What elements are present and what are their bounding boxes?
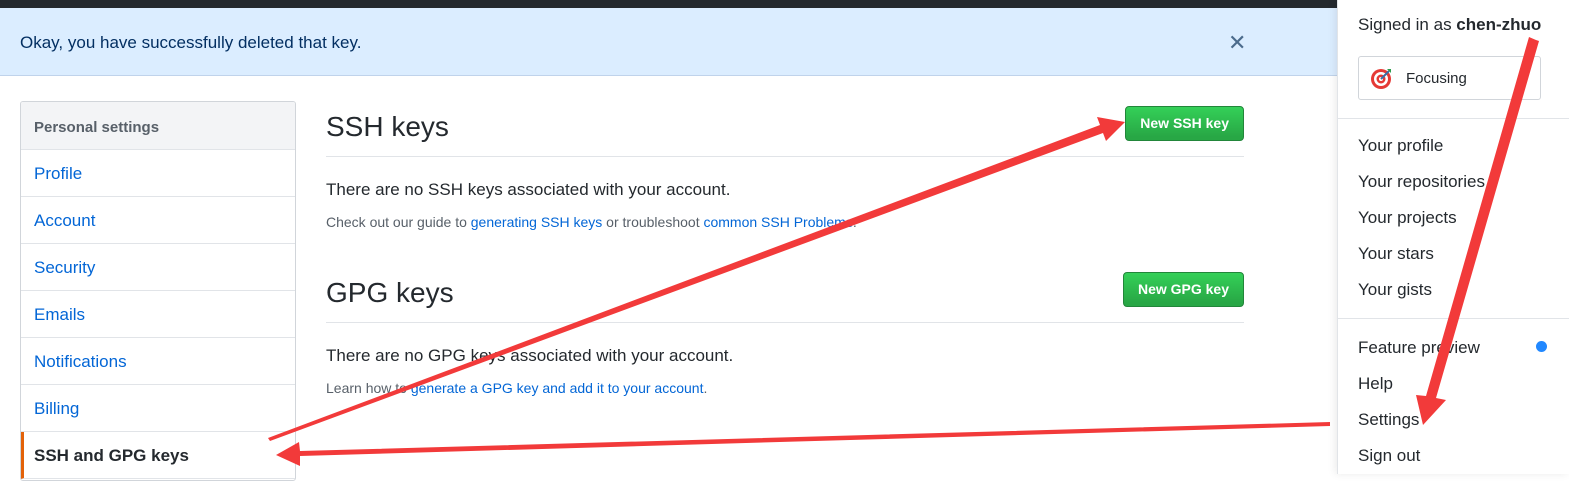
- top-header-bar: [0, 0, 1569, 8]
- sidebar-item-profile[interactable]: Profile: [21, 150, 295, 197]
- arrow-to-sidebar: [276, 422, 1330, 466]
- gpg-help-suffix: .: [703, 380, 708, 396]
- flash-message: Okay, you have successfully deleted that…: [20, 33, 362, 52]
- signed-in-as: Signed in as chen-zhuo: [1358, 15, 1541, 35]
- menu-your-stars[interactable]: Your stars: [1358, 244, 1434, 264]
- user-status-button[interactable]: Focusing: [1358, 56, 1541, 100]
- status-label: Focusing: [1406, 70, 1467, 87]
- generate-gpg-key-link[interactable]: generate a GPG key and add it to your ac…: [411, 380, 704, 396]
- ssh-help-middle: or troubleshoot: [602, 214, 704, 230]
- menu-settings[interactable]: Settings: [1358, 410, 1419, 430]
- gpg-help-prefix: Learn how to: [326, 380, 411, 396]
- sidebar-item-billing[interactable]: Billing: [21, 385, 295, 432]
- sidebar-item-emails[interactable]: Emails: [21, 291, 295, 338]
- new-ssh-key-button[interactable]: New SSH key: [1125, 106, 1244, 141]
- username: chen-zhuo: [1456, 15, 1542, 34]
- menu-divider: [1338, 118, 1569, 119]
- sidebar-header: Personal settings: [21, 102, 295, 150]
- menu-feature-preview[interactable]: Feature preview: [1358, 338, 1480, 358]
- gpg-section: GPG keys New GPG key There are no GPG ke…: [326, 267, 1244, 396]
- gpg-help-text: Learn how to generate a GPG key and add …: [326, 380, 1244, 396]
- settings-sidebar: Personal settings Profile Account Securi…: [20, 101, 296, 481]
- sidebar-item-security[interactable]: Security: [21, 244, 295, 291]
- menu-sign-out[interactable]: Sign out: [1358, 446, 1420, 466]
- menu-help[interactable]: Help: [1358, 374, 1393, 394]
- ssh-title: SSH keys: [326, 111, 449, 142]
- menu-divider: [1338, 318, 1569, 319]
- gpg-empty-message: There are no GPG keys associated with yo…: [326, 346, 734, 365]
- menu-your-projects[interactable]: Your projects: [1358, 208, 1457, 228]
- gpg-title: GPG keys: [326, 277, 454, 308]
- user-dropdown-menu: Signed in as chen-zhuo Focusing Your pro…: [1337, 0, 1569, 474]
- common-ssh-problems-link[interactable]: common SSH Problems: [703, 214, 852, 230]
- close-icon[interactable]: ✕: [1228, 30, 1246, 56]
- sidebar-item-account[interactable]: Account: [21, 197, 295, 244]
- menu-your-profile[interactable]: Your profile: [1358, 136, 1443, 156]
- sidebar-item-ssh-gpg-keys[interactable]: SSH and GPG keys: [21, 432, 295, 479]
- ssh-help-suffix: .: [852, 214, 857, 230]
- generating-ssh-keys-link[interactable]: generating SSH keys: [471, 214, 603, 230]
- ssh-section-header: SSH keys New SSH key: [326, 101, 1244, 157]
- signed-in-prefix: Signed in as: [1358, 15, 1457, 34]
- flash-banner: Okay, you have successfully deleted that…: [0, 8, 1569, 76]
- ssh-section: SSH keys New SSH key There are no SSH ke…: [326, 101, 1244, 230]
- menu-your-gists[interactable]: Your gists: [1358, 280, 1432, 300]
- sidebar-item-notifications[interactable]: Notifications: [21, 338, 295, 385]
- target-icon: [1371, 69, 1391, 89]
- menu-your-repositories[interactable]: Your repositories: [1358, 172, 1485, 192]
- main-content: SSH keys New SSH key There are no SSH ke…: [326, 101, 1244, 396]
- ssh-empty-message: There are no SSH keys associated with yo…: [326, 180, 731, 199]
- ssh-help-text: Check out our guide to generating SSH ke…: [326, 214, 1244, 230]
- new-gpg-key-button[interactable]: New GPG key: [1122, 272, 1244, 307]
- ssh-help-prefix: Check out our guide to: [326, 214, 471, 230]
- notification-dot: [1536, 341, 1547, 352]
- gpg-section-header: GPG keys New GPG key: [326, 267, 1244, 323]
